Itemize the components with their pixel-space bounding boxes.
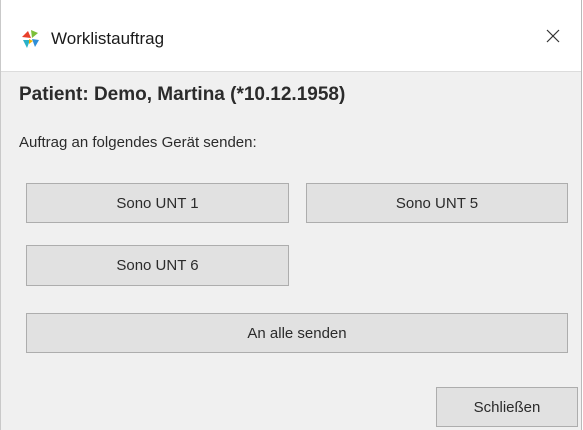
device-button-sono-unt-1[interactable]: Sono UNT 1 [26,183,289,223]
patient-heading: Patient: Demo, Martina (*10.12.1958) [19,84,346,105]
title-bar: Worklistauftrag [1,0,581,72]
window-title: Worklistauftrag [51,29,165,48]
close-button[interactable]: Schließen [436,387,578,427]
close-icon [545,28,561,49]
window-close-button[interactable] [539,24,567,52]
instruction-label: Auftrag an folgendes Gerät senden: [19,134,257,151]
device-button-sono-unt-6[interactable]: Sono UNT 6 [26,245,289,286]
device-button-sono-unt-5[interactable]: Sono UNT 5 [306,183,568,223]
send-to-all-button[interactable]: An alle senden [26,313,568,353]
dialog-window: Worklistauftrag Patient: Demo, Martina (… [0,0,582,430]
app-logo-icon [19,28,41,50]
